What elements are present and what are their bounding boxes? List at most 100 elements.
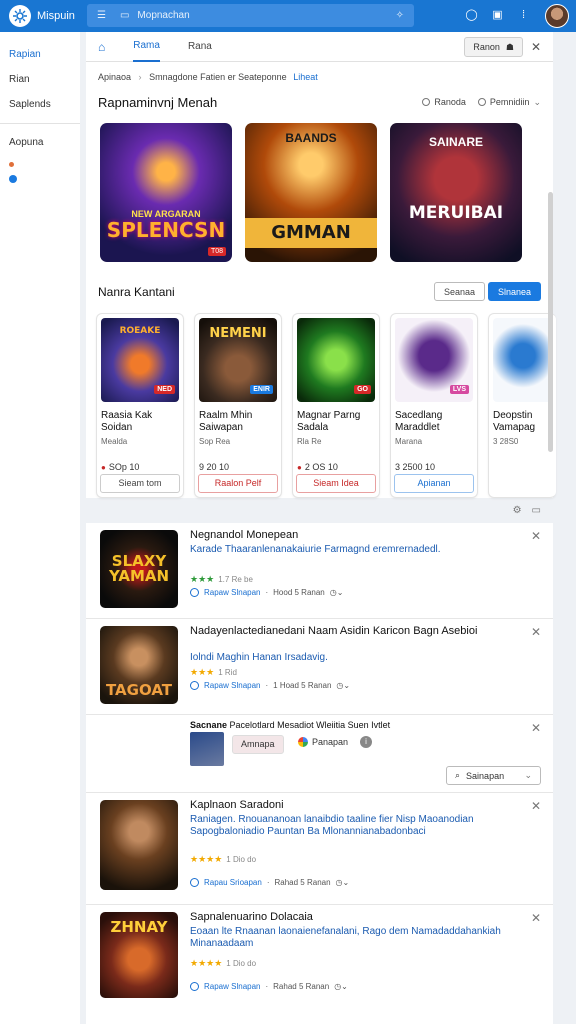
sidebar-item-2[interactable]: Saplends [0,92,80,117]
feed-meta: Rapaw Slnapan · 1 Hoad 5 Ranan ◷⌄ [190,681,350,690]
section2-outline-button[interactable]: Seanaa [433,282,485,301]
feed-item[interactable]: SLAXY YAMAN Negnandol Monepean Karade Th… [86,523,553,619]
info-dot-icon[interactable] [9,175,17,183]
search-placeholder: Mopnachan [137,10,190,21]
cover-text: NEMENI [209,326,267,341]
card-button[interactable]: Apianan [394,474,474,493]
card-button[interactable]: Sieam Idea [296,474,376,493]
chat-icon[interactable]: ◯ [465,8,478,21]
game-card[interactable]: LVS Sacedlang Maraddlet Marana 3 2500 10… [390,313,478,498]
game-card[interactable]: NEMENI ENIR Raalm Mhin Saiwapan Sop Rea … [194,313,282,498]
promo-label: Sacnane [190,720,228,730]
app-logo-icon[interactable] [9,5,31,27]
feed-title[interactable]: Nadayenlactedianedani Naam Asidin Karico… [190,625,523,638]
radio-option-2[interactable]: Pemnidiin ⌄ [477,97,541,108]
dismiss-icon[interactable]: ✕ [531,529,541,543]
cover-text: ROEAKE [119,326,161,336]
home-tab-icon[interactable]: ⌂ [98,32,105,62]
featured-title-0: SPLENCSN [106,218,226,242]
feed-item[interactable]: Kaplnaon Saradoni Raniagen. Rnouananoan … [86,793,553,905]
magic-icon[interactable]: ✧ [396,10,404,21]
clock-icon: ◷⌄ [336,681,351,690]
feed-title[interactable]: Negnandol Monepean [190,529,523,542]
featured-title-1: GMMAN [245,218,377,248]
game-card[interactable]: GO Magnar Parng Sadala Rla Re ● 2 OS 10 S… [292,313,380,498]
comment-icon[interactable]: ▭ [532,505,541,516]
breadcrumb: Apinaoa › Smnagdone Fatien er Seateponne… [98,72,318,82]
info-icon[interactable]: i [360,736,372,748]
clock-icon: ◷⌄ [334,982,348,991]
tab-bar: ⌂ Rama Rana Ranon ☗ ✕ [86,32,553,62]
scrollbar[interactable] [548,192,553,452]
card-button[interactable]: Raalon Pelf [198,474,278,493]
game-cover: GO [297,318,375,402]
dismiss-icon[interactable]: ✕ [531,799,541,813]
promo-button[interactable]: Amnapa [232,735,284,754]
apps-grid-icon[interactable]: ⁞ [517,8,530,21]
feed-meta: Rapaw Slnapan · Rahad 5 Ranan ◷⌄ [190,982,348,991]
sidebar-item-0[interactable]: Rapian [0,42,80,67]
search-bar[interactable]: ☰ ▭ Mopnachan ✧ [87,4,414,27]
source-link[interactable]: Rapau Srioapan [204,878,262,887]
feed-item[interactable]: TAGOAT Nadayenlactedianedani Naam Asidin… [86,619,553,715]
featured-card-1[interactable]: BAANDS GMMAN [245,123,377,262]
section2-primary-button[interactable]: Slnanea [487,282,541,301]
source-link[interactable]: Rapaw Slnapan [204,681,260,690]
sidebar: Rapian Rian Saplends Aopuna [0,32,80,1024]
card-name: Sacedlang Maraddlet [395,410,443,433]
promo-thumb[interactable] [190,732,224,766]
folder-icon: ▭ [119,10,130,21]
feed-meta: Rapaw Slnapan · Hood 5 Ranan ◷⌄ [190,588,343,597]
user-avatar[interactable] [545,4,569,28]
promo-link[interactable]: Panapan [298,737,348,747]
card-button[interactable]: Sieam tom [100,474,180,493]
feed-list: SLAXY YAMAN Negnandol Monepean Karade Th… [86,523,553,793]
featured-card-0[interactable]: NEW ARGARAN SPLENCSN T08 [100,123,232,262]
rating: ★★★★ 1 Dio do [190,854,257,864]
breadcrumb-item-1[interactable]: Smnagdone Fatien er Seateponne [149,72,287,82]
feed-desc[interactable]: Iolndi Maghin Hanan Irsadavig. [190,652,523,664]
feed-desc[interactable]: Karade Thaaranlenanakaiurie Farmagnd ere… [190,544,523,556]
radio-option-1[interactable]: Ranoda [422,97,466,108]
feed-desc[interactable]: Raniagen. Rnouananoan lanaibdio taaline … [190,814,523,838]
store-icon[interactable]: ▣ [491,8,504,21]
feed-thumb: ZHNAY [100,912,178,998]
pin-icon: ● [297,462,302,472]
tab-1[interactable]: Rana [188,32,212,62]
sidebar-item-1[interactable]: Rian [0,67,80,92]
source-icon [190,878,199,887]
source-icon [190,982,199,991]
feed-item[interactable]: ZHNAY Sapnalenuarino Dolacaia Eoaan lte … [86,905,553,1024]
featured-card-2[interactable]: SAINARE MERUIBAI [390,123,522,262]
dismiss-icon[interactable]: ✕ [531,721,541,735]
cover-tag: NED [154,385,175,394]
game-cover: NEMENI ENIR [199,318,277,402]
source-link[interactable]: Rapaw Slnapan [204,982,260,991]
feed-title[interactable]: Kaplnaon Saradoni [190,799,523,812]
close-icon[interactable]: ✕ [531,40,541,54]
breadcrumb-link[interactable]: Liheat [293,72,318,82]
breadcrumb-item-0[interactable]: Apinaoa [98,72,131,82]
tab-action-button[interactable]: Ranon ☗ [464,37,523,57]
card-name: Raasia Kak Soidan [101,410,153,433]
card-name: Deopstin Vamapag [493,410,536,433]
settings-icon[interactable]: ⚙ [513,505,522,516]
dismiss-icon[interactable]: ✕ [531,625,541,639]
menu-icon[interactable]: ☰ [97,10,106,21]
thumb-text: ZHNAY [110,918,168,936]
feed-list-2: Kaplnaon Saradoni Raniagen. Rnouananoan … [86,793,553,1024]
card-name: Raalm Mhin Saiwapan [199,410,253,433]
promo-search-button[interactable]: ⌕ Sainapan ⌄ [446,766,541,785]
source-link[interactable]: Rapaw Slnapan [204,588,260,597]
game-card[interactable]: ROEAKE NED Raasia Kak Soidan Mealda ● SOp… [96,313,184,498]
tab-0[interactable]: Rama [133,32,160,62]
game-card[interactable]: Deopstin Vamapag 3 28S0 [488,313,556,498]
feed-title[interactable]: Sapnalenuarino Dolacaia [190,911,523,924]
feed-desc[interactable]: Eoaan lte Rnaanan laonaienefanalani, Rag… [190,926,523,950]
feed-meta: Rapau Srioapan · Rahad 5 Ranan ◷⌄ [190,878,349,887]
dismiss-icon[interactable]: ✕ [531,911,541,925]
section2-title: Nanra Kantani [98,284,175,299]
card-price: 9 20 10 [199,462,230,472]
featured-sub-1: BAANDS [285,131,337,145]
sidebar-section-label: Aopuna [9,137,44,148]
